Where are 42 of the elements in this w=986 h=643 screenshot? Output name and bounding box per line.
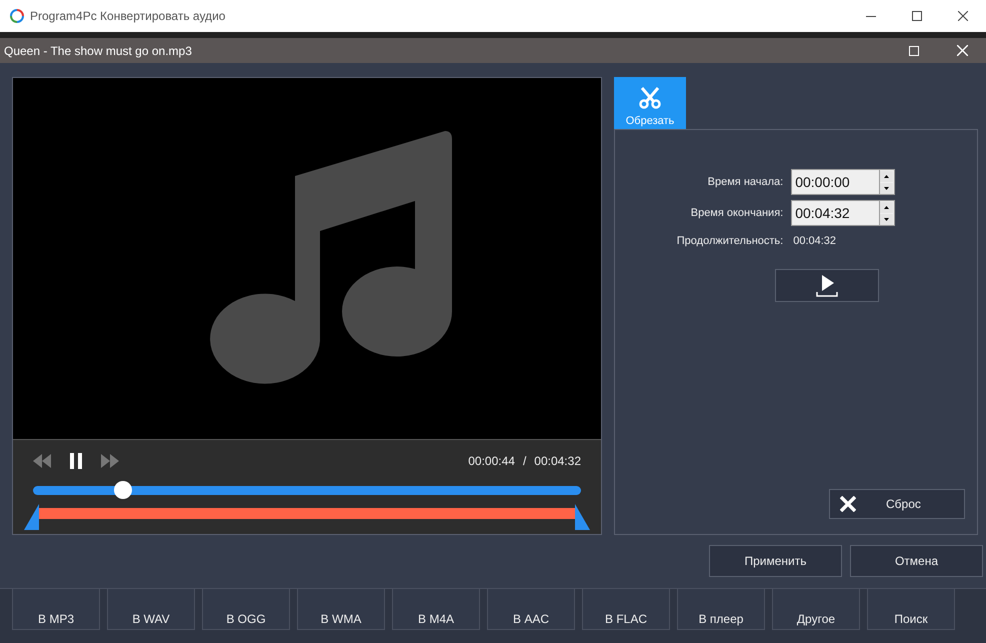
reset-button[interactable]: Сброс	[829, 489, 965, 519]
total-time: 00:04:32	[534, 454, 581, 468]
app-logo-icon	[10, 9, 24, 23]
close-icon	[840, 496, 856, 512]
time-separator: /	[522, 454, 526, 468]
scissors-icon	[639, 87, 661, 109]
play-range-icon	[814, 274, 840, 296]
spin-up-icon[interactable]	[880, 202, 894, 212]
preview-button[interactable]	[775, 269, 879, 302]
duration-value: 00:04:32	[792, 234, 838, 249]
seek-thumb[interactable]	[114, 481, 132, 499]
format-button[interactable]: В MP3	[12, 589, 100, 630]
trim-start-handle[interactable]	[24, 504, 39, 530]
seek-slider[interactable]	[33, 481, 581, 499]
format-button[interactable]: В WAV	[107, 589, 195, 630]
format-button[interactable]: В FLAC	[582, 589, 670, 630]
format-button[interactable]: Другое	[772, 589, 860, 630]
current-time: 00:00:44	[468, 454, 515, 468]
format-button[interactable]: В WMA	[297, 589, 385, 630]
format-button[interactable]: Поиск	[867, 589, 955, 630]
field-label: Продолжительность:	[676, 235, 784, 247]
pause-icon[interactable]	[69, 453, 83, 469]
maximize-icon[interactable]	[912, 11, 922, 21]
spin-up-icon[interactable]	[880, 170, 894, 182]
format-button[interactable]: В OGG	[202, 589, 290, 630]
field-label: Время окончания:	[690, 207, 784, 219]
format-button[interactable]: В AAC	[487, 589, 575, 630]
time-spin-field[interactable]: 00:00:00	[791, 169, 896, 195]
spin-down-icon[interactable]	[880, 214, 894, 224]
dialog-title: Queen - The show must go on.mp3	[3, 44, 193, 58]
time-spin-field[interactable]: 00:04:32	[791, 200, 896, 226]
trim-end-handle[interactable]	[575, 504, 590, 530]
rewind-icon[interactable]	[33, 454, 51, 468]
format-button[interactable]: В плеер	[677, 589, 765, 630]
fast-forward-icon[interactable]	[101, 454, 119, 468]
cancel-button[interactable]: Отмена	[850, 545, 983, 577]
spin-down-icon[interactable]	[880, 182, 894, 194]
format-button[interactable]: В M4A	[392, 589, 480, 630]
field-label: Время начала:	[706, 176, 784, 188]
window-title: Program4Pc Конвертировать аудио	[30, 9, 226, 23]
close-icon[interactable]	[958, 11, 968, 21]
apply-button[interactable]: Применить	[709, 545, 842, 577]
